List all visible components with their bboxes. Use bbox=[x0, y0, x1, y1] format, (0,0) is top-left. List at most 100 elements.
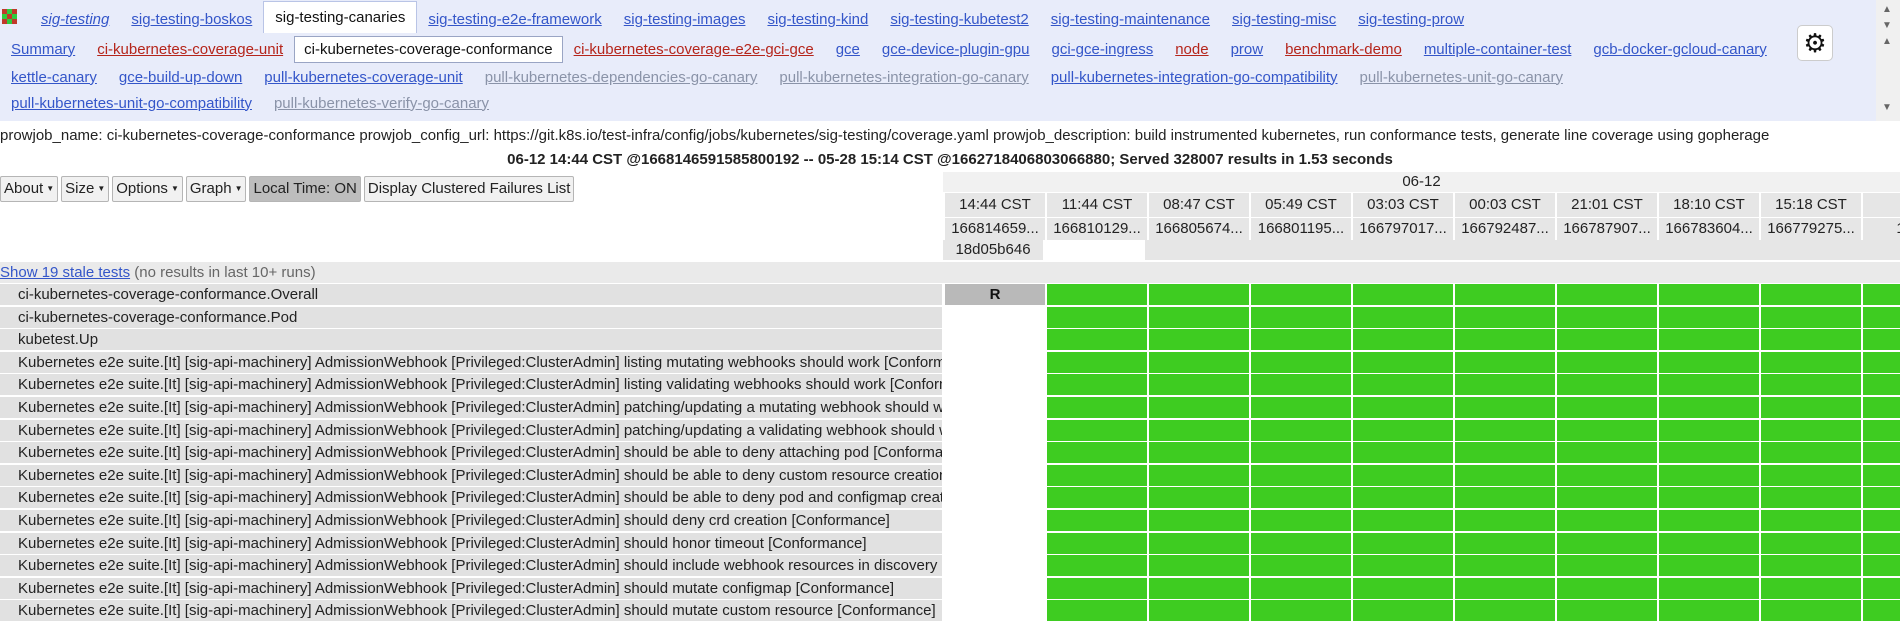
pass-cell[interactable] bbox=[1045, 442, 1147, 464]
tab-gci-gce-ingress[interactable]: gci-gce-ingress bbox=[1040, 41, 1164, 58]
column-time-header[interactable]: 05:49 CST bbox=[1249, 193, 1351, 217]
pass-cell[interactable] bbox=[1453, 600, 1555, 622]
pass-cell[interactable] bbox=[1861, 509, 1900, 531]
tab-summary[interactable]: Summary bbox=[0, 41, 86, 58]
options-button[interactable]: Options ▼ bbox=[112, 176, 183, 202]
pass-cell[interactable] bbox=[1657, 419, 1759, 441]
pass-cell[interactable] bbox=[1045, 284, 1147, 305]
pass-cell[interactable] bbox=[1759, 509, 1861, 531]
dashboard-tab-sig-testing-canaries[interactable]: sig-testing-canaries bbox=[263, 1, 418, 33]
empty-cell[interactable] bbox=[943, 487, 1045, 509]
pass-cell[interactable] bbox=[1351, 374, 1453, 396]
column-time-header[interactable]: 08:47 CST bbox=[1147, 193, 1249, 217]
tab-multiple-container-test[interactable]: multiple-container-test bbox=[1413, 41, 1583, 58]
tab-kettle-canary[interactable]: kettle-canary bbox=[0, 69, 108, 86]
dashboard-tab-sig-testing-misc[interactable]: sig-testing-misc bbox=[1221, 5, 1347, 33]
pass-cell[interactable] bbox=[1351, 351, 1453, 373]
pass-cell[interactable] bbox=[1657, 306, 1759, 328]
pass-cell[interactable] bbox=[1453, 419, 1555, 441]
pass-cell[interactable] bbox=[1045, 464, 1147, 486]
pass-cell[interactable] bbox=[1351, 509, 1453, 531]
empty-cell[interactable] bbox=[943, 306, 1045, 328]
pass-cell[interactable] bbox=[1351, 284, 1453, 305]
testgrid-logo-icon[interactable] bbox=[2, 9, 18, 25]
pass-cell[interactable] bbox=[1861, 532, 1900, 554]
tab-gce-device-plugin-gpu[interactable]: gce-device-plugin-gpu bbox=[871, 41, 1041, 58]
test-name[interactable]: Kubernetes e2e suite.[It] [sig-api-machi… bbox=[0, 396, 942, 418]
pass-cell[interactable] bbox=[1861, 284, 1900, 305]
pass-cell[interactable] bbox=[1861, 600, 1900, 622]
pass-cell[interactable] bbox=[1759, 487, 1861, 509]
dashboard-tab-sig-testing-images[interactable]: sig-testing-images bbox=[613, 5, 757, 33]
pass-cell[interactable] bbox=[1555, 396, 1657, 418]
empty-cell[interactable] bbox=[943, 464, 1045, 486]
settings-gear-icon[interactable]: ⚙ bbox=[1797, 25, 1833, 61]
local-time-on-button[interactable]: Local Time: ON bbox=[249, 176, 361, 202]
column-time-header[interactable]: 12: bbox=[1861, 193, 1900, 217]
column-build-header[interactable]: 166814659... bbox=[943, 218, 1045, 240]
pass-cell[interactable] bbox=[1147, 464, 1249, 486]
pass-cell[interactable] bbox=[1555, 284, 1657, 305]
pass-cell[interactable] bbox=[1147, 374, 1249, 396]
pass-cell[interactable] bbox=[1249, 532, 1351, 554]
pass-cell[interactable] bbox=[1861, 577, 1900, 599]
column-build-header[interactable]: 166783604... bbox=[1657, 218, 1759, 240]
pass-cell[interactable] bbox=[1453, 555, 1555, 577]
pass-cell[interactable] bbox=[1657, 374, 1759, 396]
tab-benchmark-demo[interactable]: benchmark-demo bbox=[1274, 41, 1413, 58]
column-build-header[interactable]: 1667 bbox=[1861, 218, 1900, 240]
pass-cell[interactable] bbox=[1861, 306, 1900, 328]
pass-cell[interactable] bbox=[1657, 329, 1759, 351]
pass-cell[interactable] bbox=[1759, 555, 1861, 577]
pass-cell[interactable] bbox=[1657, 396, 1759, 418]
test-name[interactable]: Kubernetes e2e suite.[It] [sig-api-machi… bbox=[0, 419, 942, 441]
tab-node[interactable]: node bbox=[1164, 41, 1219, 58]
test-name[interactable]: Kubernetes e2e suite.[It] [sig-api-machi… bbox=[0, 464, 942, 486]
pass-cell[interactable] bbox=[1147, 284, 1249, 305]
test-name[interactable]: Kubernetes e2e suite.[It] [sig-api-machi… bbox=[0, 555, 942, 577]
pass-cell[interactable] bbox=[1453, 396, 1555, 418]
pass-cell[interactable] bbox=[1249, 509, 1351, 531]
empty-cell[interactable] bbox=[943, 419, 1045, 441]
pass-cell[interactable] bbox=[1351, 442, 1453, 464]
pass-cell[interactable] bbox=[1657, 509, 1759, 531]
tab-pull-kubernetes-integration-go-canary[interactable]: pull-kubernetes-integration-go-canary bbox=[768, 69, 1039, 86]
pass-cell[interactable] bbox=[1351, 487, 1453, 509]
pass-cell[interactable] bbox=[1555, 306, 1657, 328]
pass-cell[interactable] bbox=[1555, 555, 1657, 577]
dashboard-tab-sig-testing-maintenance[interactable]: sig-testing-maintenance bbox=[1040, 5, 1221, 33]
empty-cell[interactable] bbox=[943, 396, 1045, 418]
tab-gce-build-up-down[interactable]: gce-build-up-down bbox=[108, 69, 253, 86]
pass-cell[interactable] bbox=[1147, 509, 1249, 531]
empty-cell[interactable] bbox=[943, 509, 1045, 531]
pass-cell[interactable] bbox=[1861, 487, 1900, 509]
dashboard-tab-sig-testing-boskos[interactable]: sig-testing-boskos bbox=[120, 5, 263, 33]
dashboard-tab-sig-testing-prow[interactable]: sig-testing-prow bbox=[1347, 5, 1475, 33]
pass-cell[interactable] bbox=[1249, 284, 1351, 305]
empty-cell[interactable] bbox=[943, 532, 1045, 554]
tab-gce[interactable]: gce bbox=[825, 41, 871, 58]
tab-ci-kubernetes-coverage-e2e-gci-gce[interactable]: ci-kubernetes-coverage-e2e-gci-gce bbox=[563, 41, 825, 58]
column-time-header[interactable]: 00:03 CST bbox=[1453, 193, 1555, 217]
test-name[interactable]: Kubernetes e2e suite.[It] [sig-api-machi… bbox=[0, 532, 942, 554]
pass-cell[interactable] bbox=[1351, 396, 1453, 418]
pass-cell[interactable] bbox=[1657, 577, 1759, 599]
graph-button[interactable]: Graph ▼ bbox=[185, 176, 247, 202]
pass-cell[interactable] bbox=[1045, 351, 1147, 373]
pass-cell[interactable] bbox=[1249, 306, 1351, 328]
pass-cell[interactable] bbox=[1453, 284, 1555, 305]
scroll-down-arrow-icon[interactable]: ▼ bbox=[1882, 20, 1892, 31]
pass-cell[interactable] bbox=[1861, 374, 1900, 396]
pass-cell[interactable] bbox=[1555, 374, 1657, 396]
pass-cell[interactable] bbox=[1045, 396, 1147, 418]
pass-cell[interactable] bbox=[1045, 532, 1147, 554]
pass-cell[interactable] bbox=[1453, 329, 1555, 351]
pass-cell[interactable] bbox=[1555, 600, 1657, 622]
dashboard-tab-sig-testing[interactable]: sig-testing bbox=[30, 5, 120, 33]
pass-cell[interactable] bbox=[1351, 532, 1453, 554]
pass-cell[interactable] bbox=[1759, 442, 1861, 464]
pass-cell[interactable] bbox=[1861, 464, 1900, 486]
pass-cell[interactable] bbox=[1759, 396, 1861, 418]
pass-cell[interactable] bbox=[1555, 487, 1657, 509]
pass-cell[interactable] bbox=[1045, 329, 1147, 351]
